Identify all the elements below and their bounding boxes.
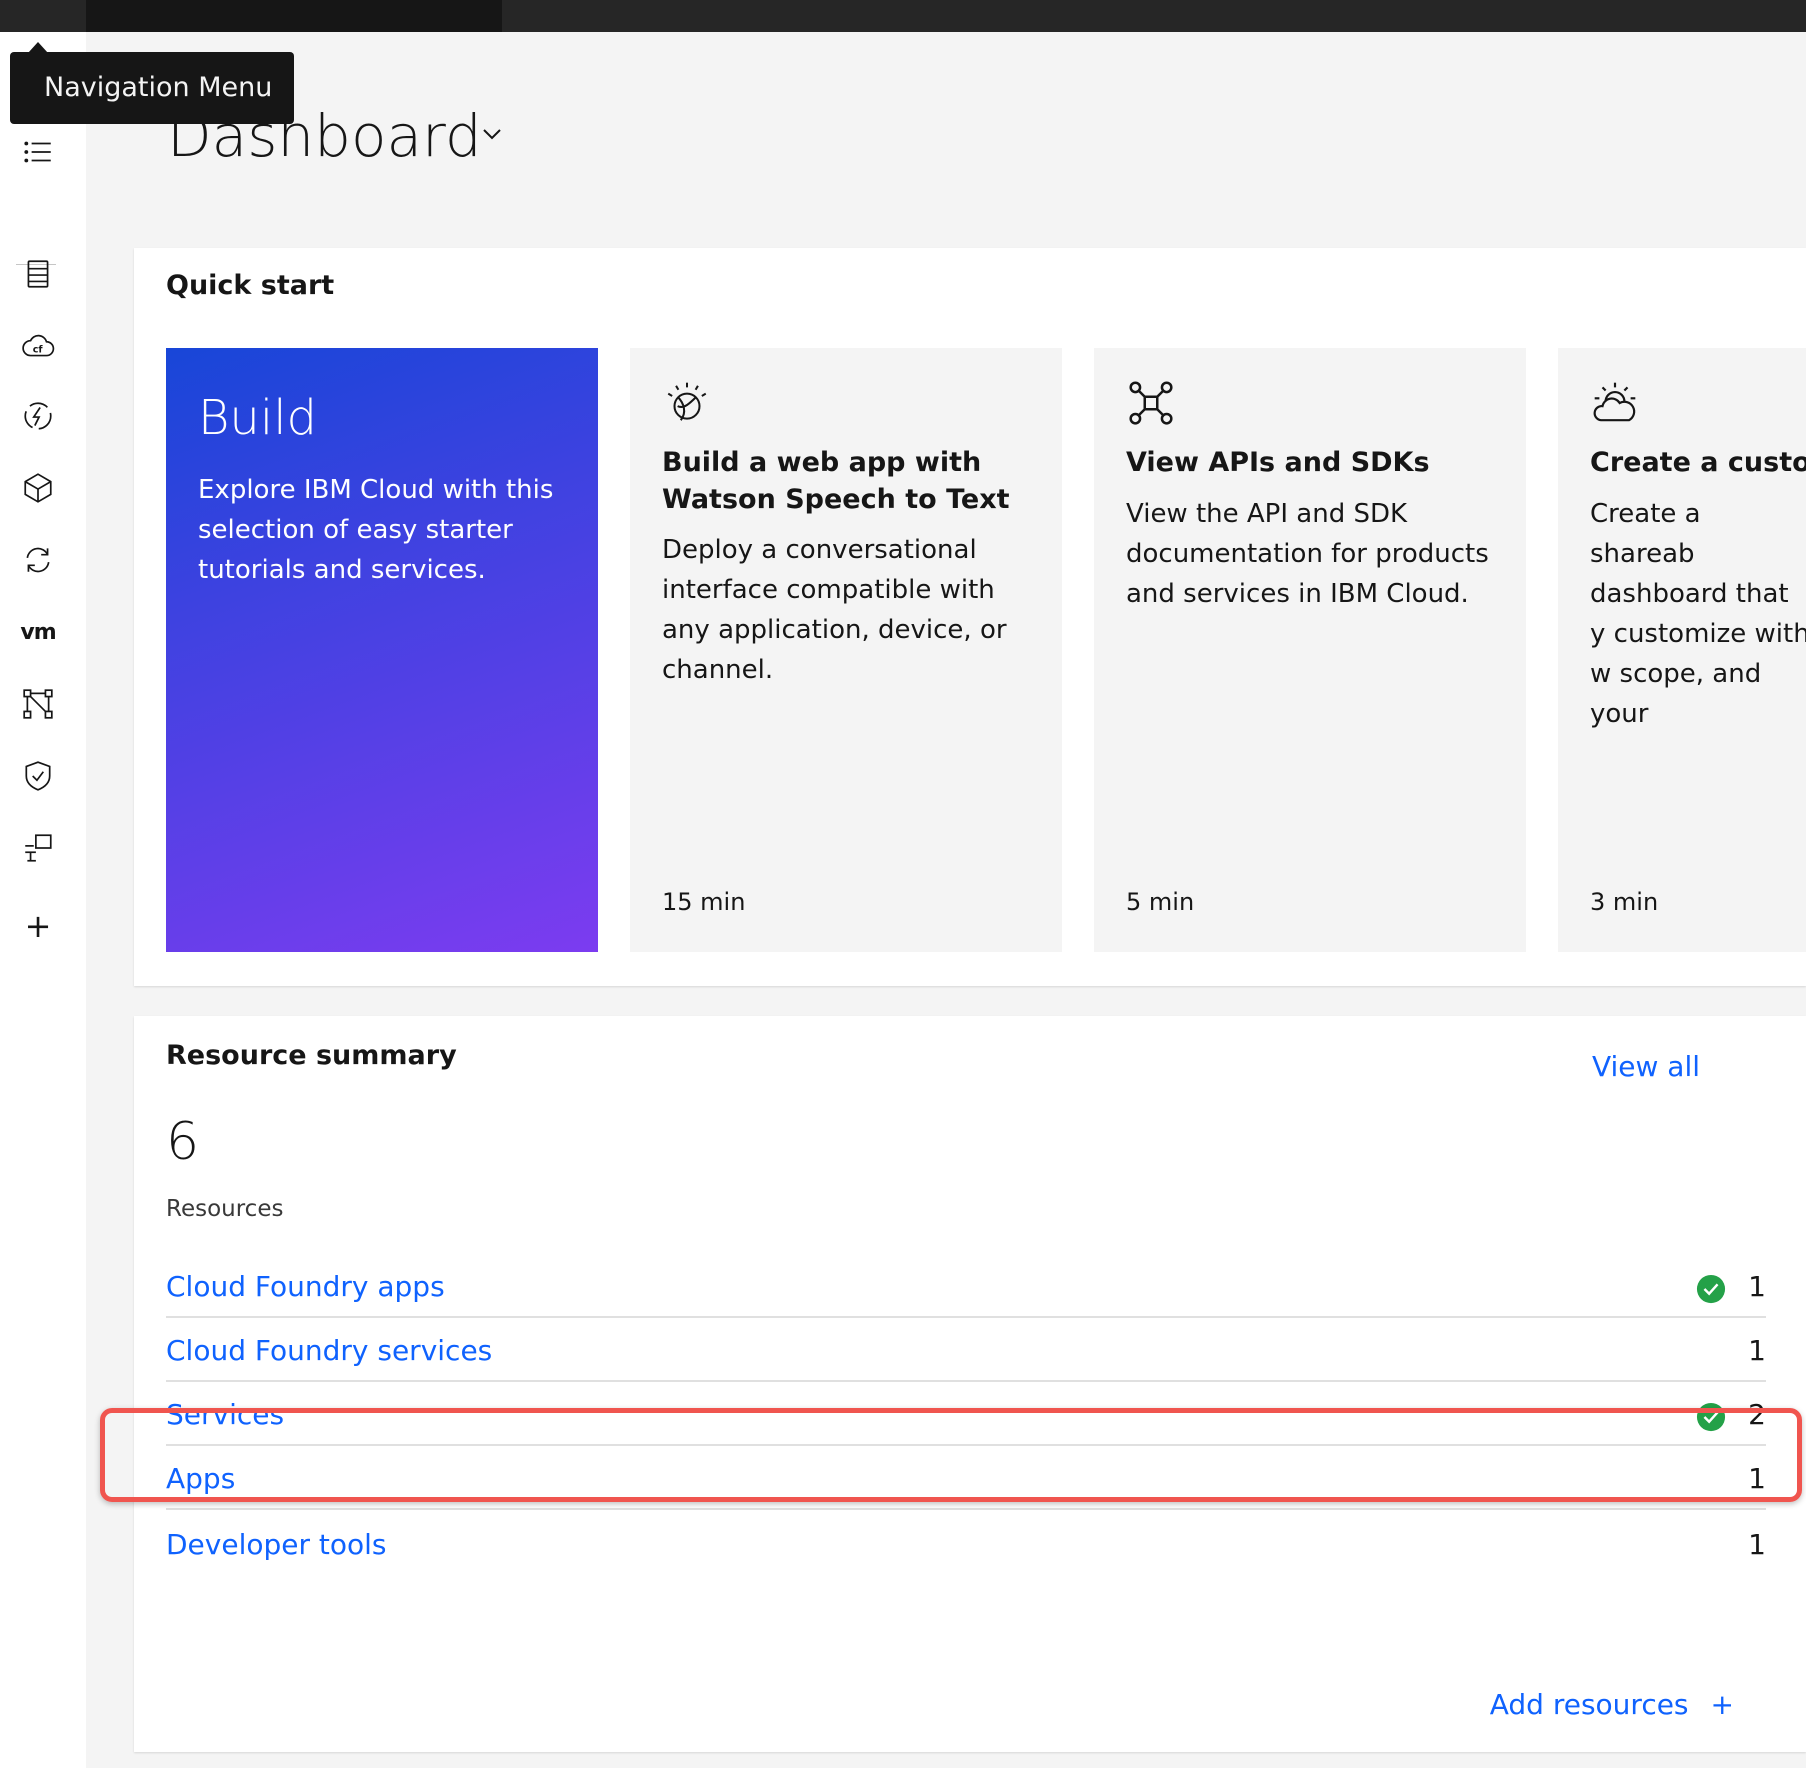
apis-sdks-tile[interactable]: View APIs and SDKs View the API and SDK …	[1094, 348, 1526, 952]
developer-tools-count: 1	[1748, 1528, 1766, 1561]
chevron-down-icon[interactable]	[476, 118, 508, 150]
resource-summary-heading: Resource summary	[166, 1040, 457, 1071]
add-icon[interactable]: +	[18, 906, 58, 946]
custom-dashboard-tile-time: 3 min	[1590, 888, 1659, 916]
functions-icon[interactable]	[18, 396, 58, 436]
watson-icon	[667, 382, 707, 421]
table-row: Cloud Foundry services 1	[166, 1318, 1766, 1382]
table-row: Apps 1	[166, 1446, 1766, 1510]
resource-count-label: Resources	[166, 1196, 284, 1222]
network-icon[interactable]	[18, 684, 58, 724]
add-resources-label: Add resources	[1489, 1688, 1689, 1721]
watson-tile-description: Deploy a conversational interface compat…	[662, 535, 1007, 685]
apis-sdks-tile-description: View the API and SDK documentation for p…	[1126, 499, 1489, 609]
resource-list-icon[interactable]	[18, 254, 58, 294]
resource-summary-panel: Resource summary View all 6 Resources Cl…	[134, 1016, 1806, 1752]
cloud-foundry-services-link[interactable]: Cloud Foundry services	[166, 1334, 492, 1367]
custom-dashboard-tile[interactable]: Create a custom Create a shareab dashboa…	[1558, 348, 1806, 952]
cloud-foundry-apps-count: 1	[1748, 1270, 1766, 1303]
quick-start-panel: Quick start Build Explore IBM Cloud with…	[134, 248, 1806, 986]
main-content: Dashboard Quick start Build Explore IBM …	[86, 32, 1806, 1768]
add-resources-button[interactable]: Add resources +	[1490, 1688, 1734, 1721]
sidebar: cf vm +	[0, 32, 86, 1768]
table-row: Developer tools 1	[166, 1512, 1766, 1576]
watson-tile[interactable]: Build a web app with Watson Speech to Te…	[630, 348, 1062, 952]
table-row: Cloud Foundry apps 1	[166, 1254, 1766, 1318]
checkmark-ok-icon	[1696, 1274, 1726, 1304]
developer-tools-link[interactable]: Developer tools	[166, 1528, 387, 1561]
cloud-foundry-services-count: 1	[1748, 1334, 1766, 1367]
cloud-foundry-icon[interactable]: cf	[18, 326, 58, 366]
services-link[interactable]: Services	[166, 1398, 284, 1431]
apps-link[interactable]: Apps	[166, 1462, 235, 1495]
build-tile-description: Explore IBM Cloud with this selection of…	[198, 475, 554, 585]
apis-sdks-tile-title: View APIs and SDKs	[1126, 447, 1430, 478]
apis-sdks-tile-time: 5 min	[1126, 888, 1195, 916]
partly-cloudy-icon	[1593, 382, 1636, 422]
custom-dashboard-tile-title: Create a custom	[1590, 447, 1806, 478]
services-count: 2	[1748, 1398, 1766, 1431]
sync-icon[interactable]	[18, 540, 58, 580]
build-tile-title: Build	[198, 390, 317, 446]
vmware-icon[interactable]: vm	[18, 612, 58, 652]
cloud-foundry-apps-link[interactable]: Cloud Foundry apps	[166, 1270, 445, 1303]
api-network-icon	[1129, 381, 1173, 425]
custom-dashboard-tile-description: Create a shareab dashboard that y custom…	[1590, 499, 1806, 729]
quick-start-heading: Quick start	[166, 270, 335, 301]
build-tile[interactable]: Build Explore IBM Cloud with this select…	[166, 348, 598, 952]
security-shield-icon[interactable]	[18, 756, 58, 796]
svg-text:cf: cf	[33, 344, 44, 355]
kubernetes-box-icon[interactable]	[18, 468, 58, 508]
plus-icon: +	[1710, 1688, 1734, 1721]
menu-list-icon[interactable]	[18, 132, 58, 172]
devices-icon[interactable]	[18, 828, 58, 868]
top-header-bar	[0, 0, 1806, 32]
view-all-link[interactable]: View all	[1592, 1050, 1700, 1083]
watson-tile-time: 15 min	[662, 888, 746, 916]
watson-tile-title: Build a web app with Watson Speech to Te…	[662, 447, 1010, 515]
checkmark-ok-icon	[1696, 1402, 1726, 1432]
resource-count: 6	[166, 1112, 200, 1172]
header-active-segment[interactable]	[86, 0, 502, 32]
apps-count: 1	[1748, 1462, 1766, 1495]
navigation-menu-tooltip: Navigation Menu	[10, 52, 294, 124]
table-row: Services 2	[166, 1382, 1766, 1446]
